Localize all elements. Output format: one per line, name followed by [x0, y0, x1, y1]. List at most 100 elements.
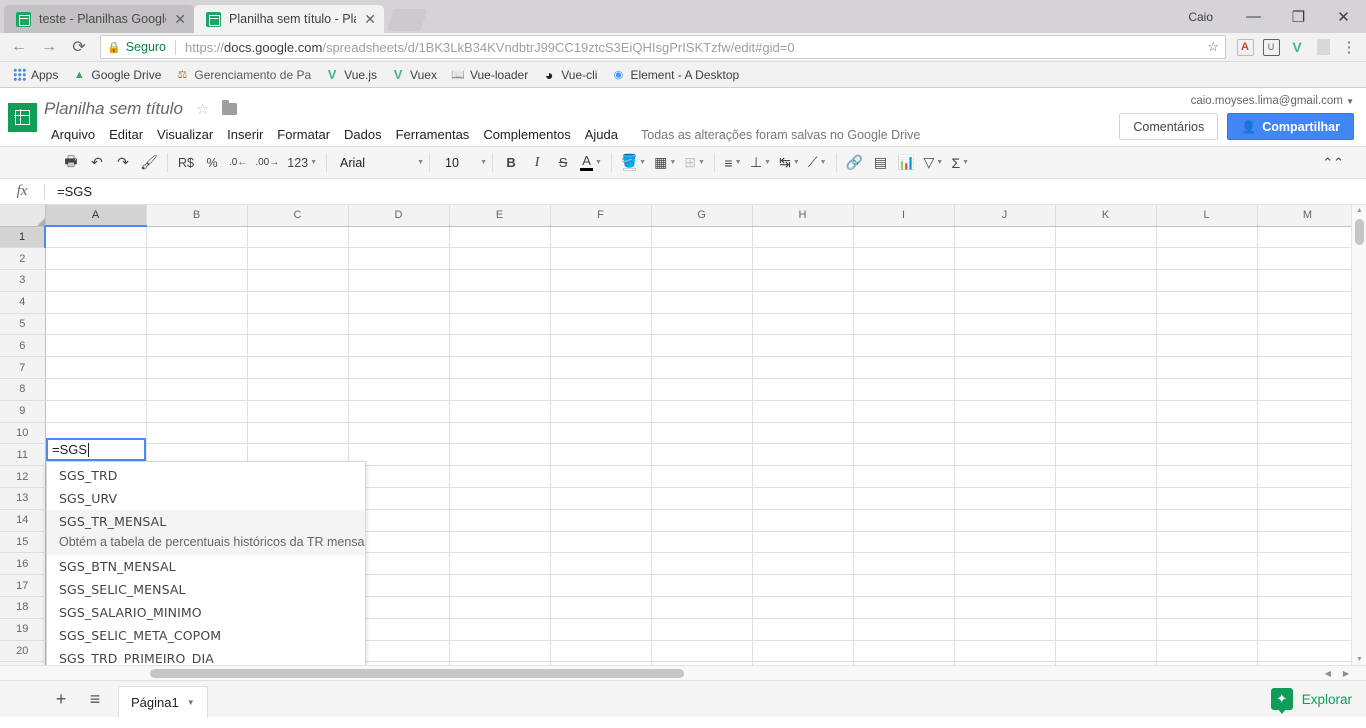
cell-I19[interactable] [853, 618, 955, 641]
column-header-b[interactable]: B [146, 205, 248, 227]
profile-name-label[interactable]: Caio [1188, 10, 1213, 24]
menu-formatar[interactable]: Formatar [270, 124, 337, 145]
menu-dados[interactable]: Dados [337, 124, 389, 145]
cell-K2[interactable] [1055, 247, 1157, 271]
cell-M12[interactable] [1257, 465, 1359, 489]
cell-I11[interactable] [853, 443, 955, 467]
cell-E20[interactable] [449, 640, 551, 663]
cell-I1[interactable] [853, 226, 955, 249]
browser-tab-2[interactable]: Planilha sem título - Plan ✕ [194, 5, 384, 33]
cell-D3[interactable] [348, 269, 450, 292]
cell-F9[interactable] [550, 400, 652, 423]
cell-J5[interactable] [954, 313, 1056, 336]
menu-ferramentas[interactable]: Ferramentas [389, 124, 477, 145]
cell-J16[interactable] [954, 552, 1056, 576]
scroll-up-icon[interactable]: ▲ [1355, 207, 1364, 214]
chevron-down-icon[interactable]: ▼ [1346, 97, 1354, 106]
cell-E5[interactable] [449, 313, 551, 336]
cell-A6[interactable] [45, 334, 147, 358]
cell-M9[interactable] [1257, 400, 1359, 423]
cell-M13[interactable] [1257, 487, 1359, 510]
cell-C5[interactable] [247, 313, 349, 336]
cell-E8[interactable] [449, 378, 551, 401]
close-icon[interactable]: ✕ [174, 12, 186, 26]
cell-M16[interactable] [1257, 552, 1359, 576]
cell-M19[interactable] [1257, 618, 1359, 641]
cell-E10[interactable] [449, 422, 551, 445]
cell-F20[interactable] [550, 640, 652, 663]
cell-L17[interactable] [1156, 574, 1258, 598]
vue-devtools-icon[interactable]: V [1284, 35, 1310, 59]
cell-M8[interactable] [1257, 378, 1359, 401]
cell-G20[interactable] [651, 640, 753, 663]
cell-C3[interactable] [247, 269, 349, 292]
cell-E1[interactable] [449, 226, 551, 249]
cell-F19[interactable] [550, 618, 652, 641]
cell-H15[interactable] [752, 531, 854, 554]
cell-E3[interactable] [449, 269, 551, 292]
cell-E4[interactable] [449, 291, 551, 314]
fill-color-button[interactable]: 🪣 ▼ [617, 150, 650, 176]
minimize-button[interactable]: — [1231, 0, 1276, 33]
row-header-14[interactable]: 14 [0, 509, 46, 532]
cell-B6[interactable] [146, 334, 248, 358]
row-header-4[interactable]: 4 [0, 291, 46, 314]
cell-K14[interactable] [1055, 509, 1157, 532]
menu-arquivo[interactable]: Arquivo [44, 124, 102, 145]
cell-F5[interactable] [550, 313, 652, 336]
cell-L11[interactable] [1156, 443, 1258, 467]
cell-G13[interactable] [651, 487, 753, 510]
cell-A4[interactable] [45, 291, 147, 314]
row-header-18[interactable]: 18 [0, 596, 46, 619]
cell-L12[interactable] [1156, 465, 1258, 489]
bookmark-vue-loader[interactable]: 📖 Vue-loader [444, 66, 535, 84]
close-window-button[interactable]: ✕ [1321, 0, 1366, 33]
cell-I16[interactable] [853, 552, 955, 576]
cell-J9[interactable] [954, 400, 1056, 423]
row-header-1[interactable]: 1 [0, 226, 46, 249]
scroll-right-icon[interactable]: ▶ [1343, 669, 1349, 678]
all-sheets-button[interactable]: ≡ [78, 681, 112, 718]
cell-H5[interactable] [752, 313, 854, 336]
cell-F17[interactable] [550, 574, 652, 598]
cell-G3[interactable] [651, 269, 753, 292]
row-header-6[interactable]: 6 [0, 334, 46, 358]
cell-J12[interactable] [954, 465, 1056, 489]
cell-K15[interactable] [1055, 531, 1157, 554]
cell-H20[interactable] [752, 640, 854, 663]
cell-L15[interactable] [1156, 531, 1258, 554]
autocomplete-item[interactable]: SGS_TRD_PRIMEIRO_DIA [47, 647, 365, 665]
text-color-button[interactable]: A ▼ [576, 150, 606, 176]
forward-icon[interactable]: → [34, 33, 64, 61]
cell-A3[interactable] [45, 269, 147, 292]
cell-L3[interactable] [1156, 269, 1258, 292]
cell-L19[interactable] [1156, 618, 1258, 641]
percent-format-button[interactable]: % [199, 150, 225, 176]
cell-H17[interactable] [752, 574, 854, 598]
cell-M11[interactable] [1257, 443, 1359, 467]
cell-E13[interactable] [449, 487, 551, 510]
formula-autocomplete-dropdown[interactable]: SGS_TRD SGS_URV SGS_TR_MENSAL Obtém a ta… [46, 461, 366, 665]
cell-L20[interactable] [1156, 640, 1258, 663]
column-header-l[interactable]: L [1156, 205, 1258, 227]
cell-I4[interactable] [853, 291, 955, 314]
cell-M14[interactable] [1257, 509, 1359, 532]
cell-L14[interactable] [1156, 509, 1258, 532]
cell-K7[interactable] [1055, 356, 1157, 380]
cell-B4[interactable] [146, 291, 248, 314]
pdf-extension-icon[interactable]: A [1232, 35, 1258, 59]
cell-F1[interactable] [550, 226, 652, 249]
cell-E19[interactable] [449, 618, 551, 641]
cell-D10[interactable] [348, 422, 450, 445]
cell-G17[interactable] [651, 574, 753, 598]
cell-F16[interactable] [550, 552, 652, 576]
cell-I9[interactable] [853, 400, 955, 423]
borders-button[interactable]: ▦ ▼ [650, 150, 680, 176]
row-header-5[interactable]: 5 [0, 313, 46, 336]
cell-E2[interactable] [449, 247, 551, 271]
share-button[interactable]: 👤 Compartilhar [1227, 113, 1354, 140]
bookmark-element[interactable]: ◉ Element - A Desktop [604, 66, 746, 84]
undo-icon[interactable]: ↶ [84, 150, 110, 176]
cell-D8[interactable] [348, 378, 450, 401]
row-header-7[interactable]: 7 [0, 356, 46, 380]
